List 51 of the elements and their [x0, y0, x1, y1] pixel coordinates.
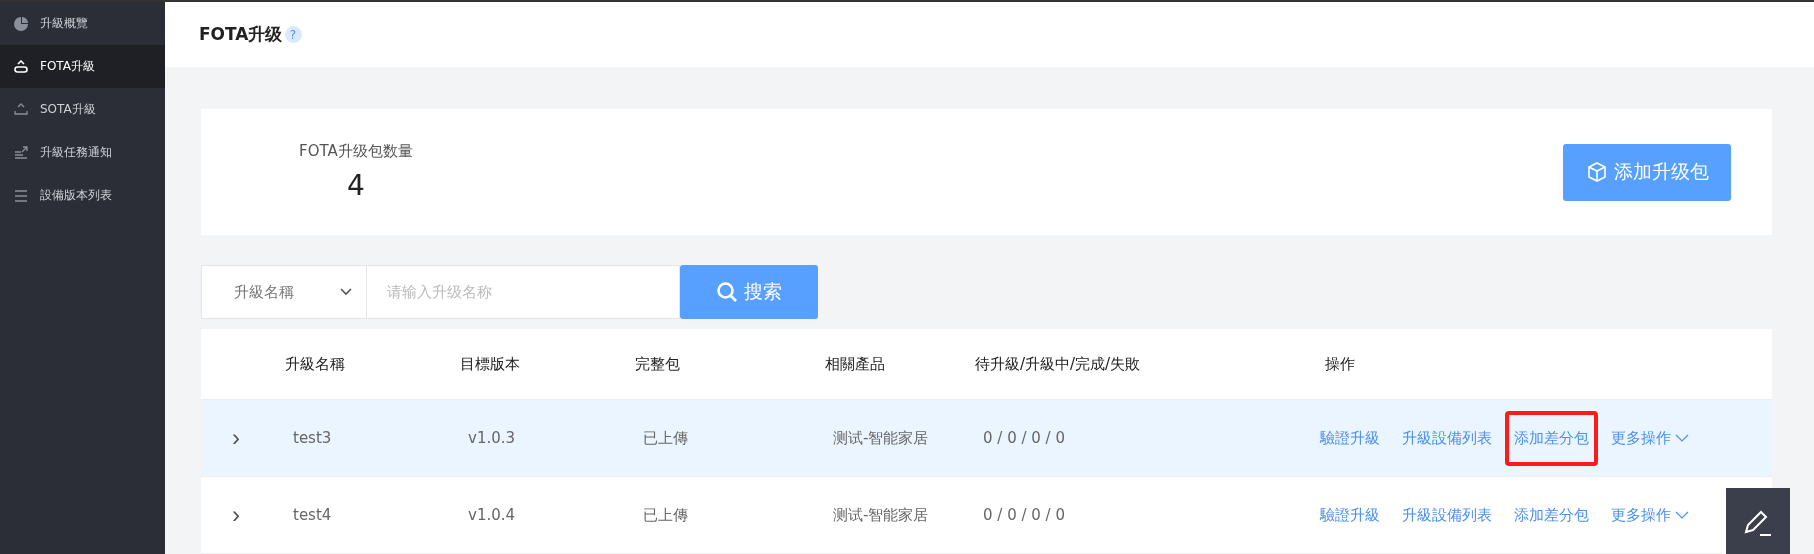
pie-chart-icon: [14, 16, 28, 31]
table-row[interactable]: › test3 v1.0.3 已上傳 测试-智能家居 0 / 0 / 0 / 0 驗證升級 升級設備列表 添加差分包 更多操作: [201, 400, 1772, 477]
action-link[interactable]: 驗證升級: [1311, 410, 1389, 466]
table-cell-text: 已上傳: [642, 505, 688, 525]
table-cell-text: 测试-智能家居: [832, 428, 929, 448]
sidebar-item[interactable]: 升級任務通知: [0, 131, 165, 174]
page-title: FOTA升级: [199, 23, 283, 46]
table-cell-text: 0 / 0 / 0 / 0: [982, 429, 1065, 447]
expand-toggle[interactable]: ›: [226, 424, 246, 452]
column-header: 相關產品: [824, 354, 885, 374]
sidebar-item[interactable]: 升級概覽: [0, 2, 165, 45]
chevron-down-icon: [1675, 511, 1689, 519]
search-field[interactable]: 请输入升级名称: [367, 265, 680, 319]
table-cell-text: test3: [292, 429, 332, 447]
add-package-button[interactable]: 添加升级包: [1563, 143, 1731, 201]
stat-label: FOTA升级包数量: [299, 142, 413, 161]
action-link[interactable]: 驗證升級: [1311, 487, 1389, 543]
column-header: 待升級/升級中/完成/失敗: [974, 354, 1141, 374]
sidebar-item[interactable]: 設備版本列表: [0, 174, 165, 217]
export-lines-icon: [14, 145, 28, 160]
action-link[interactable]: 更多操作: [1602, 410, 1698, 466]
table-cell-text: v1.0.4: [467, 506, 516, 524]
table-cell-text: 测试-智能家居: [832, 505, 929, 525]
field-select[interactable]: 升級名稱: [201, 265, 367, 319]
column-header: 完整包: [634, 354, 680, 374]
expand-toggle[interactable]: ›: [226, 501, 246, 529]
upload-tray-icon: [14, 102, 28, 117]
table-cell-text: v1.0.3: [467, 429, 516, 447]
column-header: 升級名稱: [284, 354, 345, 374]
chevron-down-icon: [1675, 434, 1689, 442]
search-button[interactable]: 搜索: [680, 265, 818, 319]
sidebar-item[interactable]: SOTA升級: [0, 88, 165, 131]
search-icon: [716, 281, 738, 303]
sidebar-item[interactable]: FOTA升級: [0, 45, 165, 88]
cube-icon: [1585, 161, 1608, 183]
column-header: 操作: [1324, 354, 1355, 374]
table-cell-text: 已上傳: [642, 428, 688, 448]
action-link[interactable]: 添加差分包: [1505, 487, 1598, 543]
action-link[interactable]: 升級設備列表: [1393, 487, 1501, 543]
table-cell-text: 0 / 0 / 0 / 0: [982, 506, 1065, 524]
upload-tray-icon: [14, 59, 28, 74]
menu-icon: [14, 188, 28, 203]
action-link[interactable]: 升級設備列表: [1393, 410, 1501, 466]
table-cell-text: test4: [292, 506, 332, 524]
stat-value: 4: [346, 169, 365, 202]
help-icon[interactable]: ?: [284, 26, 302, 43]
edit-button[interactable]: [1726, 488, 1790, 554]
action-link[interactable]: 更多操作: [1602, 487, 1698, 543]
column-header: 目標版本: [459, 354, 520, 374]
chevron-down-icon: [340, 288, 352, 296]
action-link[interactable]: 添加差分包: [1505, 410, 1598, 466]
